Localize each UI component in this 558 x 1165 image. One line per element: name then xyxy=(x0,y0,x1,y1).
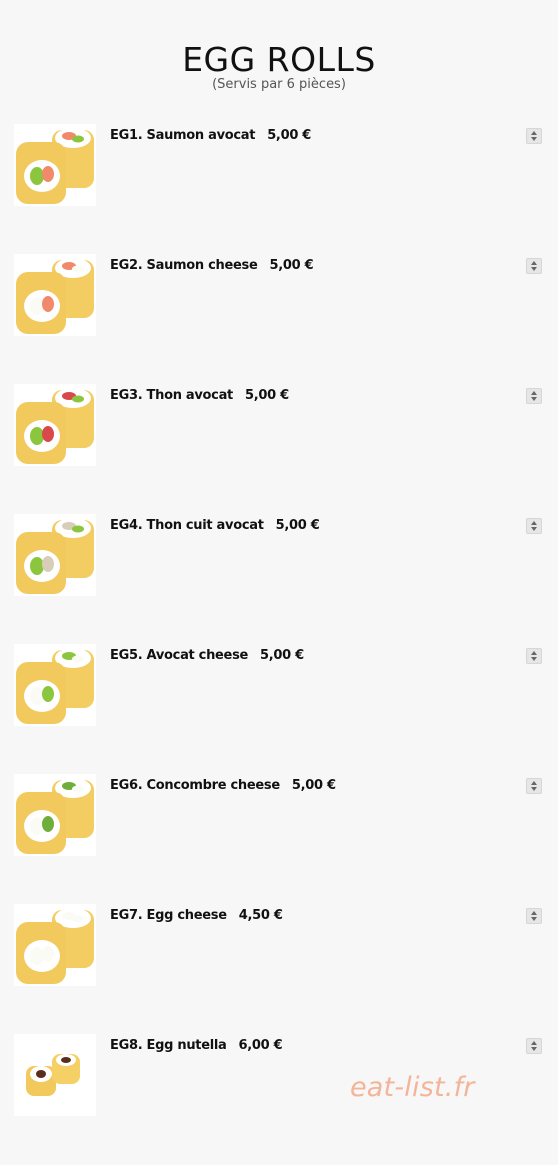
stepper-down-icon[interactable] xyxy=(531,397,537,401)
stepper-up-icon[interactable] xyxy=(531,261,537,265)
menu-item-text: EG3. Thon avocat 5,00 € xyxy=(110,388,289,403)
menu-item-text: EG7. Egg cheese 4,50 € xyxy=(110,908,283,923)
egg-roll-image xyxy=(14,1034,96,1116)
quantity-stepper[interactable] xyxy=(526,1038,542,1054)
egg-roll-image xyxy=(14,124,96,206)
stepper-down-icon[interactable] xyxy=(531,137,537,141)
stepper-up-icon[interactable] xyxy=(531,391,537,395)
menu-item-text: EG2. Saumon cheese 5,00 € xyxy=(110,258,314,273)
egg-roll-image xyxy=(14,254,96,336)
stepper-down-icon[interactable] xyxy=(531,917,537,921)
menu-item: EG3. Thon avocat 5,00 € xyxy=(14,384,544,466)
page-title: EGG ROLLS xyxy=(182,40,376,79)
menu-item-price: 4,50 € xyxy=(238,908,283,923)
menu-item-text: EG6. Concombre cheese 5,00 € xyxy=(110,778,336,793)
quantity-stepper[interactable] xyxy=(526,128,542,144)
menu-item: EG2. Saumon cheese 5,00 € xyxy=(14,254,544,336)
quantity-stepper[interactable] xyxy=(526,258,542,274)
menu-item: EG5. Avocat cheese 5,00 € xyxy=(14,644,544,726)
quantity-stepper[interactable] xyxy=(526,778,542,794)
stepper-up-icon[interactable] xyxy=(531,911,537,915)
page-subtitle: (Servis par 6 pièces) xyxy=(212,77,346,92)
menu-item-price: 5,00 € xyxy=(275,518,320,533)
menu-item: EG1. Saumon avocat 5,00 € xyxy=(14,124,544,206)
menu-item-label: EG7. Egg cheese xyxy=(110,908,227,923)
stepper-down-icon[interactable] xyxy=(531,787,537,791)
menu-item-text: EG5. Avocat cheese 5,00 € xyxy=(110,648,304,663)
menu-item-price: 5,00 € xyxy=(269,258,314,273)
stepper-up-icon[interactable] xyxy=(531,1041,537,1045)
menu-item-price: 5,00 € xyxy=(267,128,312,143)
quantity-stepper[interactable] xyxy=(526,648,542,664)
stepper-down-icon[interactable] xyxy=(531,1047,537,1051)
stepper-down-icon[interactable] xyxy=(531,657,537,661)
menu-item-label: EG1. Saumon avocat xyxy=(110,128,256,143)
egg-roll-image xyxy=(14,514,96,596)
stepper-down-icon[interactable] xyxy=(531,527,537,531)
stepper-down-icon[interactable] xyxy=(531,267,537,271)
menu-item-text: EG1. Saumon avocat 5,00 € xyxy=(110,128,311,143)
egg-roll-image xyxy=(14,904,96,986)
quantity-stepper[interactable] xyxy=(526,518,542,534)
menu-item-label: EG3. Thon avocat xyxy=(110,388,233,403)
menu-item: EG4. Thon cuit avocat 5,00 € xyxy=(14,514,544,596)
menu-item-text: EG4. Thon cuit avocat 5,00 € xyxy=(110,518,320,533)
menu-item-price: 5,00 € xyxy=(260,648,304,663)
stepper-up-icon[interactable] xyxy=(531,651,537,655)
menu-item-label: EG6. Concombre cheese xyxy=(110,778,280,793)
quantity-stepper[interactable] xyxy=(526,388,542,404)
menu-item-label: EG5. Avocat cheese xyxy=(110,648,249,663)
page-header: EGG ROLLS (Servis par 6 pièces) xyxy=(0,40,558,92)
egg-roll-image xyxy=(14,644,96,726)
menu-item-price: 5,00 € xyxy=(291,778,336,793)
menu-item: EG7. Egg cheese 4,50 € xyxy=(14,904,544,986)
menu-item: EG6. Concombre cheese 5,00 € xyxy=(14,774,544,856)
stepper-up-icon[interactable] xyxy=(531,781,537,785)
menu-item-price: 6,00 € xyxy=(238,1038,283,1053)
menu-item-label: EG2. Saumon cheese xyxy=(110,258,258,273)
menu-item-label: EG8. Egg nutella xyxy=(110,1038,227,1053)
egg-roll-image xyxy=(14,384,96,466)
stepper-up-icon[interactable] xyxy=(531,131,537,135)
menu-item-label: EG4. Thon cuit avocat xyxy=(110,518,264,533)
menu-item-text: EG8. Egg nutella 6,00 € xyxy=(110,1038,283,1053)
menu-item-price: 5,00 € xyxy=(244,388,289,403)
watermark-text: eat-list.fr xyxy=(350,1072,475,1103)
quantity-stepper[interactable] xyxy=(526,908,542,924)
egg-roll-image xyxy=(14,774,96,856)
stepper-up-icon[interactable] xyxy=(531,521,537,525)
